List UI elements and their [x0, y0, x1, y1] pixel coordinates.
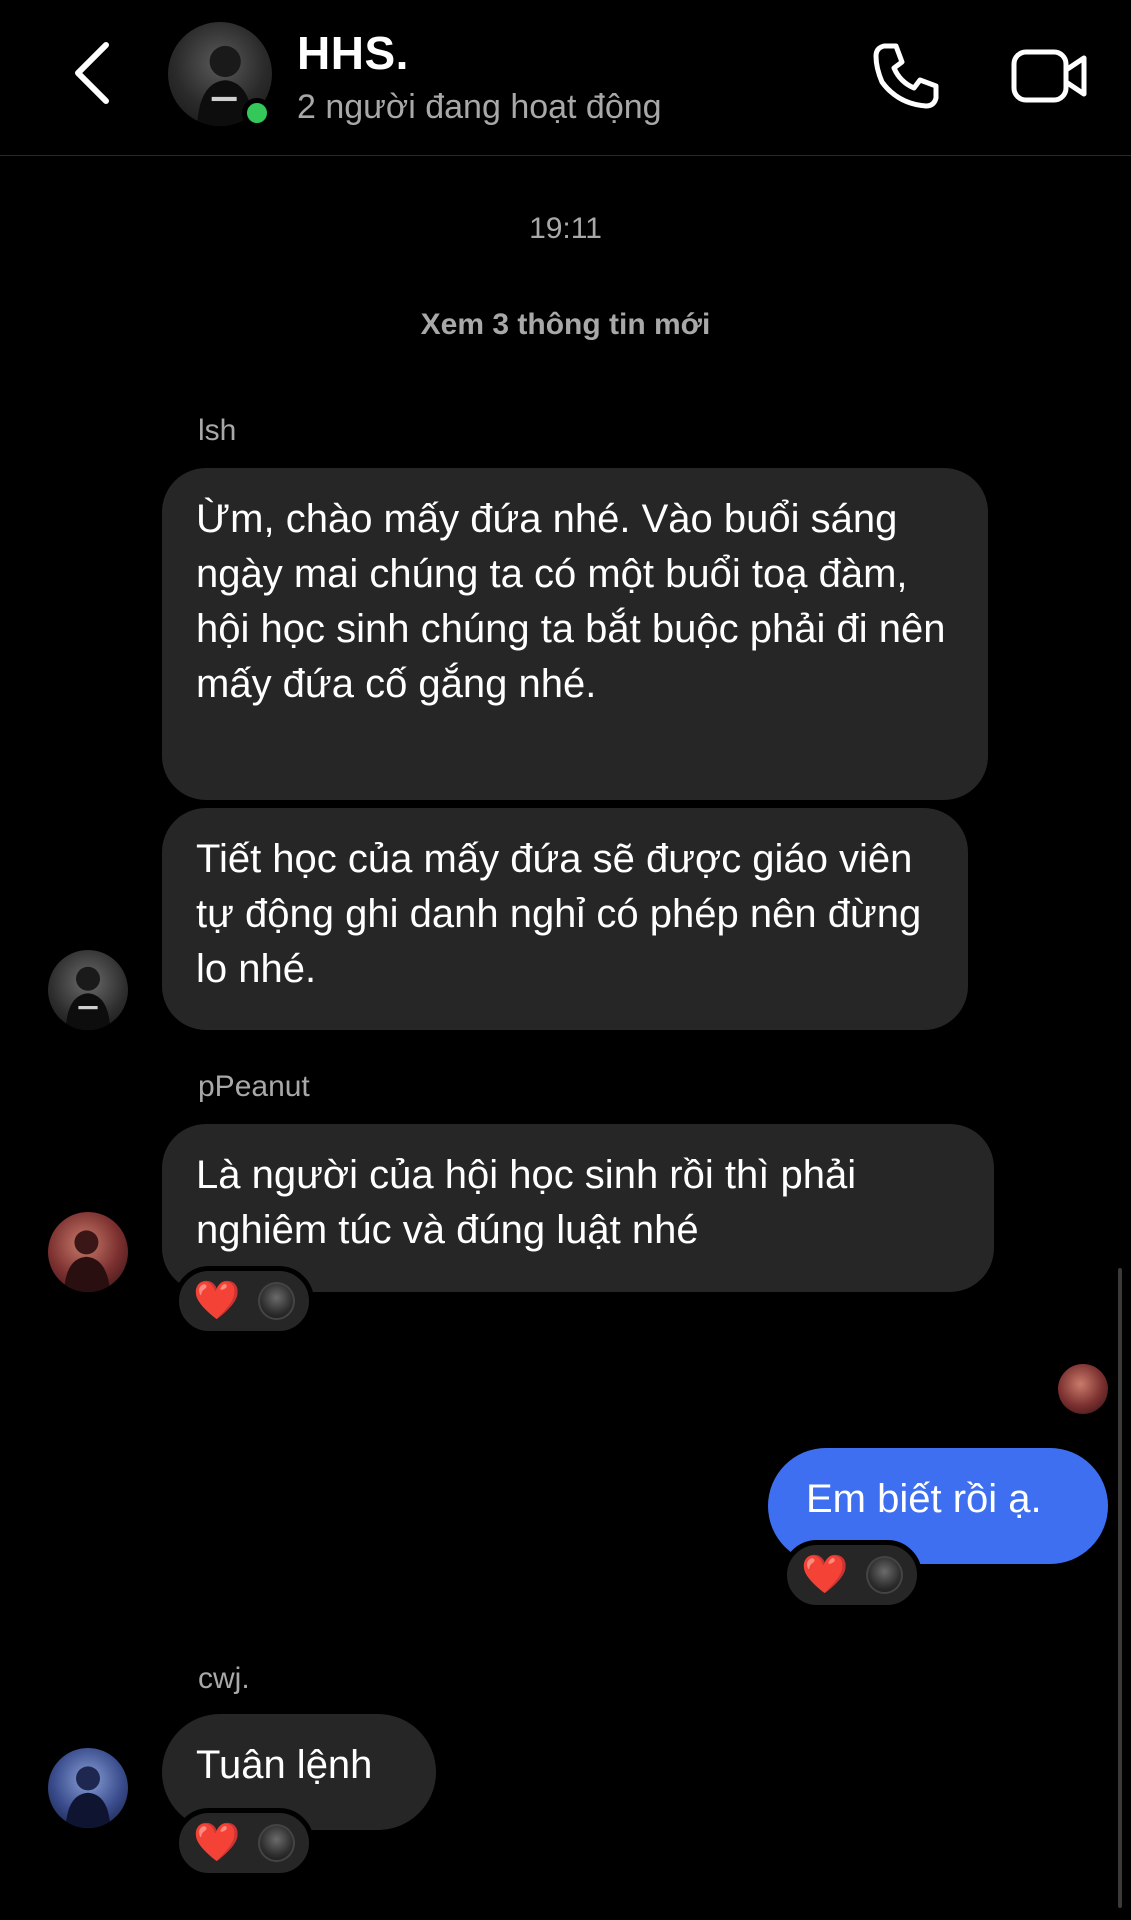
reactor-avatar	[866, 1556, 903, 1594]
active-status: 2 người đang hoạt động	[297, 88, 662, 126]
voice-call-button[interactable]	[868, 38, 944, 114]
phone-icon	[873, 43, 939, 109]
chat-header: HHS. 2 người đang hoạt động	[0, 0, 1131, 156]
heart-icon: ❤️	[193, 1280, 241, 1322]
scrollbar[interactable]	[1118, 1268, 1122, 1908]
chat-screen: HHS. 2 người đang hoạt động 19:11 Xem 3 …	[0, 0, 1131, 1920]
video-camera-icon	[1011, 49, 1087, 103]
reactor-avatar	[258, 1824, 295, 1862]
online-indicator	[242, 98, 272, 128]
message-timestamp: 19:11	[529, 212, 602, 245]
person-silhouette-icon	[64, 1230, 111, 1292]
chevron-left-icon	[75, 42, 109, 104]
seen-avatar	[1058, 1364, 1108, 1414]
person-silhouette-icon	[65, 1766, 111, 1828]
reaction-badge[interactable]: ❤️	[174, 1266, 314, 1336]
heart-icon: ❤️	[193, 1822, 241, 1864]
heart-icon: ❤️	[801, 1554, 849, 1596]
reactor-avatar	[258, 1282, 295, 1320]
sender-name: cwj.	[198, 1662, 250, 1695]
message-bubble[interactable]: Ừm, chào mấy đứa nhé. Vào buổi sáng ngày…	[162, 468, 988, 800]
person-silhouette-icon	[65, 966, 111, 1030]
chat-title[interactable]: HHS.	[297, 26, 409, 80]
new-info-link[interactable]: Xem 3 thông tin mới	[0, 308, 1131, 342]
sender-name: lsh	[198, 414, 237, 447]
message-bubble[interactable]: Tiết học của mấy đứa sẽ được giáo viên t…	[162, 808, 968, 1030]
avatar[interactable]	[48, 1748, 128, 1828]
avatar[interactable]	[48, 950, 128, 1030]
video-call-button[interactable]	[1010, 42, 1090, 110]
reaction-badge[interactable]: ❤️	[174, 1808, 314, 1878]
reaction-badge[interactable]: ❤️	[782, 1540, 922, 1610]
sender-name: pPeanut	[198, 1070, 310, 1103]
back-button[interactable]	[62, 38, 122, 108]
avatar[interactable]	[48, 1212, 128, 1292]
